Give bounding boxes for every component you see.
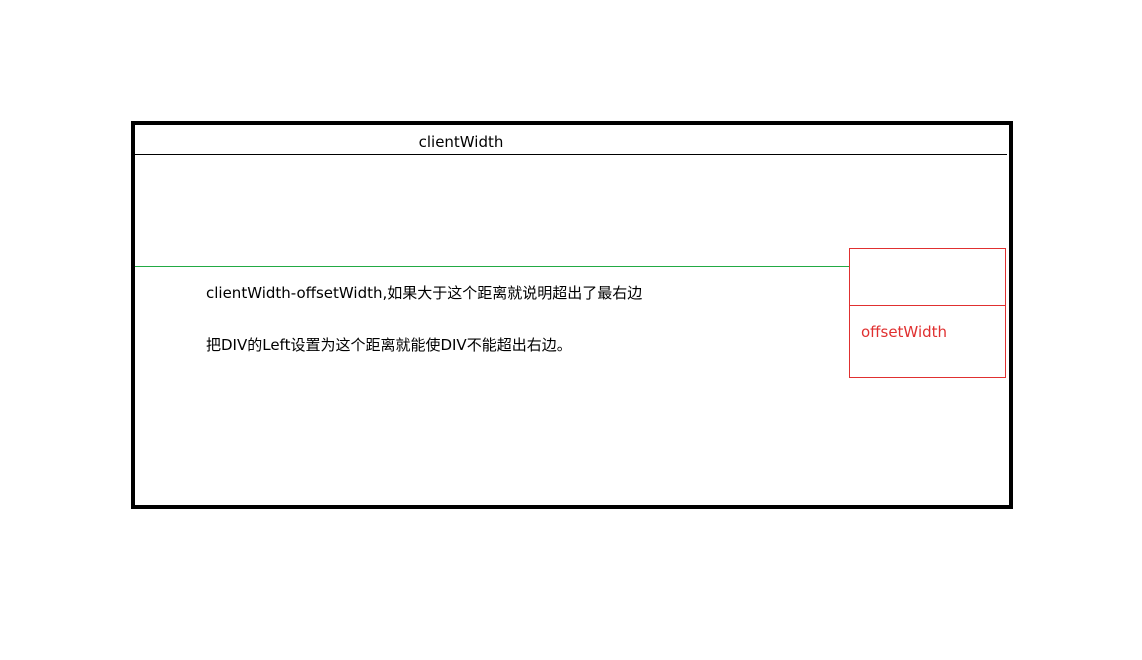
diagram-canvas: clientWidth clientWidth-offsetWidth,如果大于… xyxy=(0,0,1142,660)
offset-div-divider xyxy=(849,305,1006,306)
offset-div-box xyxy=(849,248,1006,378)
explanation-line-1: clientWidth-offsetWidth,如果大于这个距离就说明超出了最右… xyxy=(206,284,643,302)
client-width-line xyxy=(135,154,1007,155)
explanation-line-2: 把DIV的Left设置为这个距离就能使DIV不能超出右边。 xyxy=(206,336,572,354)
client-width-label: clientWidth xyxy=(418,133,504,151)
distance-line xyxy=(135,266,849,267)
offset-width-label: offsetWidth xyxy=(861,323,948,341)
